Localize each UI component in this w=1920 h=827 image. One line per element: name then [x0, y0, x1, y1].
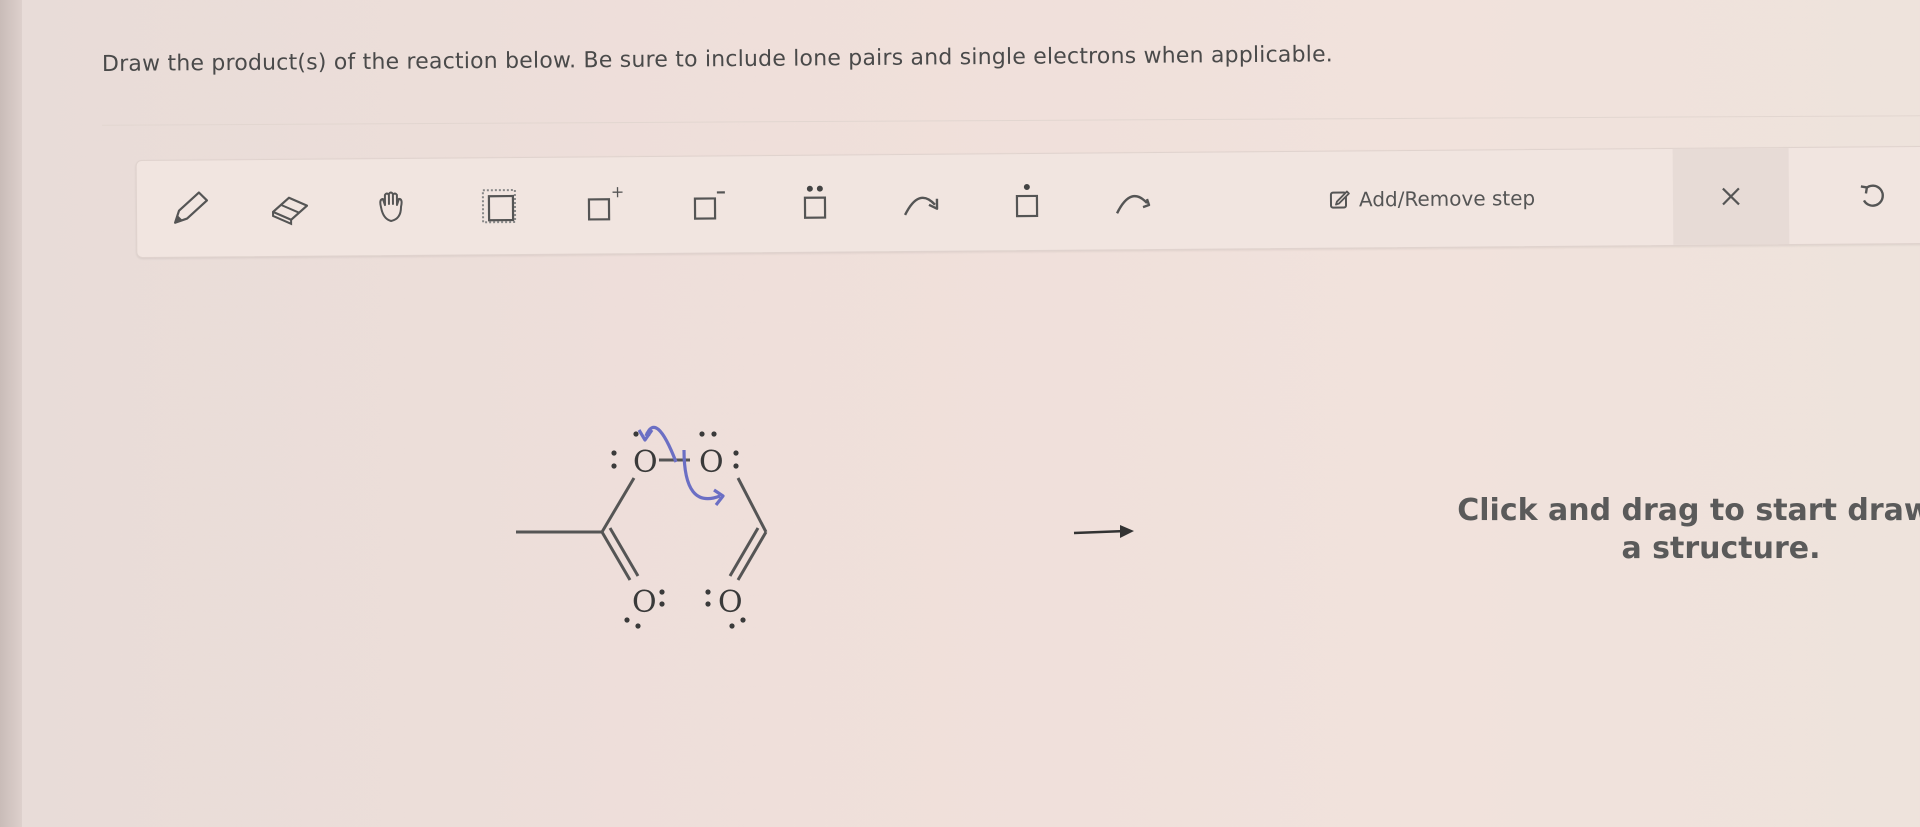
- hand-tool-button[interactable]: [371, 185, 415, 229]
- svg-text:+: +: [611, 182, 625, 201]
- undo-icon: [1860, 184, 1884, 207]
- negative-charge-icon: [693, 191, 725, 220]
- positive-charge-icon: +: [587, 182, 625, 221]
- eraser-icon: [271, 196, 309, 226]
- reaction-arrow: [1073, 525, 1134, 538]
- pencil-icon: [174, 191, 209, 224]
- close-icon: [1722, 187, 1740, 206]
- undo-button[interactable]: [1827, 147, 1918, 244]
- bond-o-c-right: [736, 477, 768, 533]
- electron-pair-arrow-tool-button[interactable]: [899, 181, 943, 225]
- single-electron-icon: [1015, 184, 1039, 218]
- single-electron-arrow-tool-button[interactable]: [1111, 179, 1155, 223]
- curved-arrow-single-icon: [1115, 194, 1151, 214]
- selection-box-icon: [481, 189, 517, 224]
- oxygen-top-left: O: [633, 445, 658, 480]
- oxygen-bottom-right: O: [718, 585, 743, 620]
- bond-c-o-left: [600, 477, 636, 533]
- canvas-hint: Click and drag to start drawing a struct…: [1457, 493, 1920, 566]
- oxygen-bottom-left: O: [632, 585, 657, 620]
- eraser-tool-button[interactable]: [267, 186, 311, 230]
- left-edge: [0, 0, 22, 827]
- question-prompt: Draw the product(s) of the reaction belo…: [101, 42, 1334, 77]
- curved-arrow-pair-icon: [903, 196, 939, 216]
- lone-pair-tool-button[interactable]: [793, 181, 837, 225]
- drawing-canvas[interactable]: O O O O Click and drag to start draw a s…: [136, 270, 1920, 827]
- add-remove-step-button[interactable]: Add/Remove step: [1329, 178, 1536, 220]
- negative-charge-tool-button[interactable]: [687, 182, 731, 226]
- divider: [102, 115, 1920, 126]
- lone-pair-icon: [803, 185, 827, 219]
- hand-icon: [379, 191, 403, 222]
- add-remove-step-label: Add/Remove step: [1358, 186, 1536, 212]
- drawing-toolbar: + Add/Remove step: [135, 145, 1920, 258]
- pencil-tool-button[interactable]: [167, 186, 211, 230]
- oxygen-top-right: O: [699, 445, 724, 480]
- select-tool-button[interactable]: [477, 184, 521, 228]
- clear-button[interactable]: [1672, 148, 1790, 245]
- positive-charge-tool-button[interactable]: +: [581, 182, 625, 227]
- edit-icon: [1329, 190, 1350, 209]
- single-electron-tool-button[interactable]: [1005, 180, 1049, 224]
